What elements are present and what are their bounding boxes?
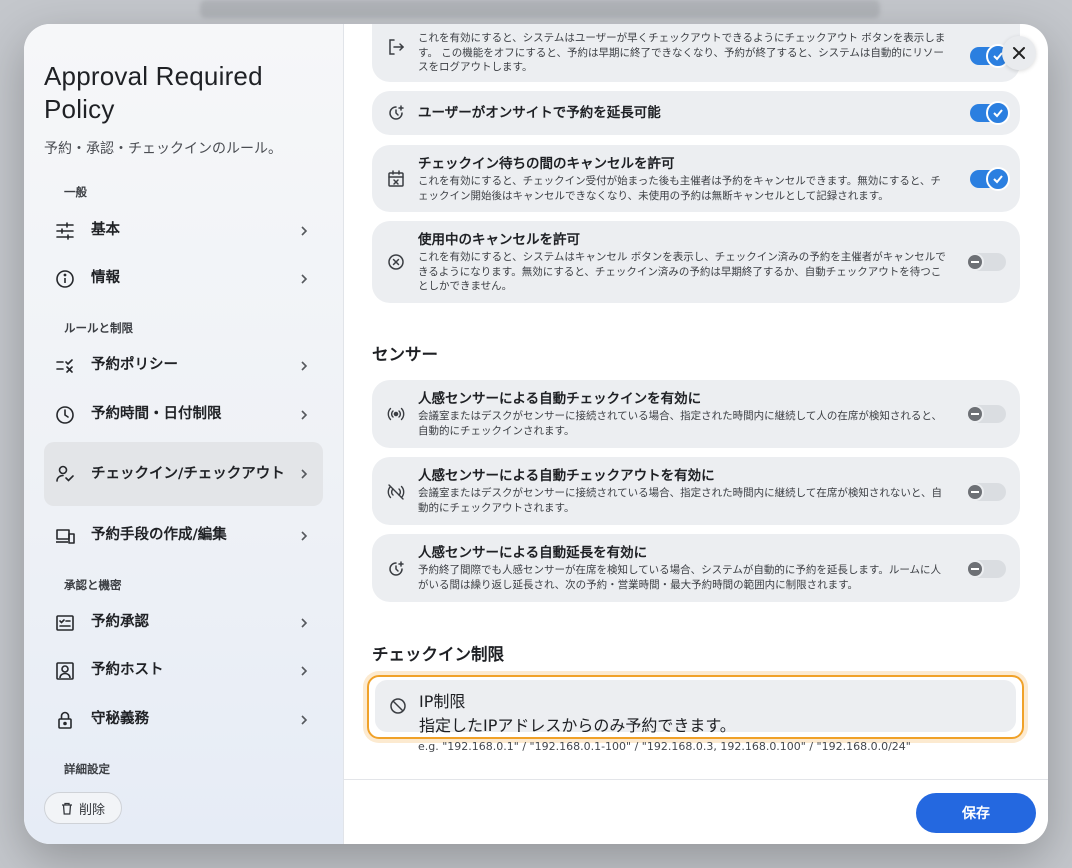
extend-onsite-toggle[interactable] xyxy=(970,101,1010,125)
chevron-right-icon xyxy=(301,469,308,479)
setting-card-sensor-checkout: 人感センサーによる自動チェックアウトを有効に 会議室またはデスクがセンサーに接続… xyxy=(372,457,1020,525)
chevron-right-icon xyxy=(301,530,308,541)
setting-title: ユーザーがオンサイトで予約を延長可能 xyxy=(418,105,661,121)
setting-title xyxy=(418,24,950,30)
calendar-x-icon xyxy=(388,170,404,187)
setting-description: これを有効にすると、システムはキャンセル ボタンを表示し、チェックイン済みの予約… xyxy=(418,251,946,292)
trash-icon xyxy=(61,802,72,815)
lock-icon xyxy=(54,709,76,731)
main-panel: これを有効にすると、システムはユーザーが早くチェックアウトできるようにチェックア… xyxy=(344,24,1048,844)
section-general: 一般 xyxy=(64,185,87,199)
extend-time-icon xyxy=(389,561,404,576)
chevron-right-icon xyxy=(301,225,308,236)
sidebar-item-checkin-checkout[interactable]: チェックイン/チェックアウト xyxy=(44,442,323,506)
modal-title: Approval Required Policy xyxy=(44,61,263,124)
approval-icon xyxy=(54,612,76,634)
early-checkout-toggle[interactable] xyxy=(970,44,1010,68)
chevron-right-icon xyxy=(301,714,308,725)
sidebar-item-label: 守秘義務 xyxy=(91,711,149,727)
sensor-off-icon xyxy=(387,484,405,500)
ip-restriction-hint: e.g. "192.168.0.1" / "192.168.0.1-100" /… xyxy=(418,740,911,753)
ip-restriction-title: IP制限 xyxy=(419,692,466,711)
setting-card-sensor-extend: 人感センサーによる自動延長を有効に 予約終了間際でも人感センサーが在席を検知して… xyxy=(372,534,1020,602)
setting-card-cancel-in-use: 使用中のキャンセルを許可 これを有効にすると、システムはキャンセル ボタンを表示… xyxy=(372,221,1020,303)
sliders-icon xyxy=(54,220,76,242)
close-button[interactable] xyxy=(1002,36,1036,70)
setting-card-sensor-checkin: 人感センサーによる自動チェックインを有効に 会議室またはデスクがセンサーに接続さ… xyxy=(372,380,1020,448)
settings-scroll-area[interactable]: これを有効にすると、システムはユーザーが早くチェックアウトできるようにチェックア… xyxy=(344,24,1048,779)
sensor-extend-toggle[interactable] xyxy=(966,560,1006,578)
chevron-right-icon xyxy=(301,617,308,628)
sensor-heading: センサー xyxy=(372,345,438,364)
setting-title: 人感センサーによる自動延長を有効に xyxy=(418,545,648,561)
chevron-right-icon xyxy=(301,665,308,676)
background-header xyxy=(200,0,880,18)
block-icon xyxy=(390,698,406,714)
delete-button[interactable]: 削除 xyxy=(44,792,122,824)
sensor-icon xyxy=(387,407,405,421)
save-button[interactable]: 保存 xyxy=(916,793,1036,833)
sidebar-item-label: 予約承認 xyxy=(91,614,149,630)
policy-modal: Approval Required Policy 予約・承認・チェックインのルー… xyxy=(24,24,1048,844)
clock-icon xyxy=(54,404,76,426)
sidebar-item-info[interactable]: 情報 xyxy=(44,254,323,303)
sidebar-item-booking-methods[interactable]: 予約手段の作成/編集 xyxy=(44,511,323,560)
setting-description: これを有効にすると、チェックイン受付が始まった後も主催者は予約をキャンセルできま… xyxy=(418,175,941,202)
setting-card-early-checkout: これを有効にすると、システムはユーザーが早くチェックアウトできるようにチェックア… xyxy=(372,24,1020,82)
sidebar-item-label: 情報 xyxy=(91,270,120,286)
sidebar-item-label: 予約時間・日付制限 xyxy=(91,406,222,422)
devices-icon xyxy=(54,525,76,547)
modal-subtitle: 予約・承認・チェックインのルール。 xyxy=(44,141,282,157)
ip-restriction-description: 指定したIPアドレスからのみ予約できます。 xyxy=(419,716,736,735)
close-icon xyxy=(1013,47,1025,59)
host-icon xyxy=(54,660,76,682)
sidebar-item-label: 予約手段の作成/編集 xyxy=(91,527,227,543)
setting-description: 会議室またはデスクがセンサーに接続されている場合、指定された時間内に継続して人の… xyxy=(418,410,942,437)
circle-x-icon xyxy=(388,254,404,270)
setting-title: チェックイン待ちの間のキャンセルを許可 xyxy=(418,156,675,172)
modal-footer: 保存 xyxy=(344,779,1048,844)
sidebar-item-label: 予約ポリシー xyxy=(91,357,178,373)
sidebar-item-label: 予約ホスト xyxy=(91,662,164,678)
setting-description: 予約終了間際でも人感センサーが在席を検知している場合、システムが自動的に予約を延… xyxy=(418,564,942,591)
sensor-checkin-toggle[interactable] xyxy=(966,405,1006,423)
setting-title: 使用中のキャンセルを許可 xyxy=(418,232,580,248)
setting-card-extend-onsite: ユーザーがオンサイトで予約を延長可能 xyxy=(372,91,1020,135)
setting-title: 人感センサーによる自動チェックインを有効に xyxy=(418,391,702,407)
section-rules: ルールと制限 xyxy=(64,321,133,335)
chevron-right-icon xyxy=(301,273,308,284)
sidebar-item-host[interactable]: 予約ホスト xyxy=(44,646,323,695)
checklist-icon xyxy=(54,355,76,377)
setting-description: これを有効にすると、システムはユーザーが早くチェックアウトできるようにチェックア… xyxy=(418,32,946,73)
extend-time-icon xyxy=(389,105,404,120)
logout-icon xyxy=(389,39,405,55)
check-icon xyxy=(993,175,1003,184)
setting-title: 人感センサーによる自動チェックアウトを有効に xyxy=(418,468,715,484)
setting-card-cancel-waiting: チェックイン待ちの間のキャンセルを許可 これを有効にすると、チェックイン受付が始… xyxy=(372,145,1020,212)
section-advanced: 詳細設定 xyxy=(64,762,110,776)
sidebar-item-confidentiality[interactable]: 守秘義務 xyxy=(44,695,323,744)
sidebar-item-time-limits[interactable]: 予約時間・日付制限 xyxy=(44,390,323,439)
check-icon xyxy=(993,109,1003,118)
sidebar-item-label: 基本 xyxy=(91,222,120,238)
cancel-in-use-toggle[interactable] xyxy=(966,253,1006,271)
chevron-right-icon xyxy=(301,409,308,420)
delete-label: 削除 xyxy=(78,802,105,818)
info-icon xyxy=(54,268,76,290)
section-approval: 承認と機密 xyxy=(64,578,122,592)
setting-description: 会議室またはデスクがセンサーに接続されている場合、指定された時間内に継続して在席… xyxy=(418,487,942,514)
checkin-restriction-heading: チェックイン制限 xyxy=(372,645,504,664)
sidebar: Approval Required Policy 予約・承認・チェックインのルー… xyxy=(24,24,344,844)
chevron-right-icon xyxy=(301,360,308,371)
person-check-icon xyxy=(54,463,76,485)
sidebar-item-basic[interactable]: 基本 xyxy=(44,206,323,255)
cancel-waiting-toggle[interactable] xyxy=(970,167,1010,191)
ip-restriction-card[interactable]: IP制限 指定したIPアドレスからのみ予約できます。 xyxy=(375,680,1016,735)
sidebar-item-label: チェックイン/チェックアウト xyxy=(91,465,285,482)
sensor-checkout-toggle[interactable] xyxy=(966,483,1006,501)
sidebar-item-booking-policy[interactable]: 予約ポリシー xyxy=(44,341,323,390)
sidebar-item-approval[interactable]: 予約承認 xyxy=(44,598,323,647)
